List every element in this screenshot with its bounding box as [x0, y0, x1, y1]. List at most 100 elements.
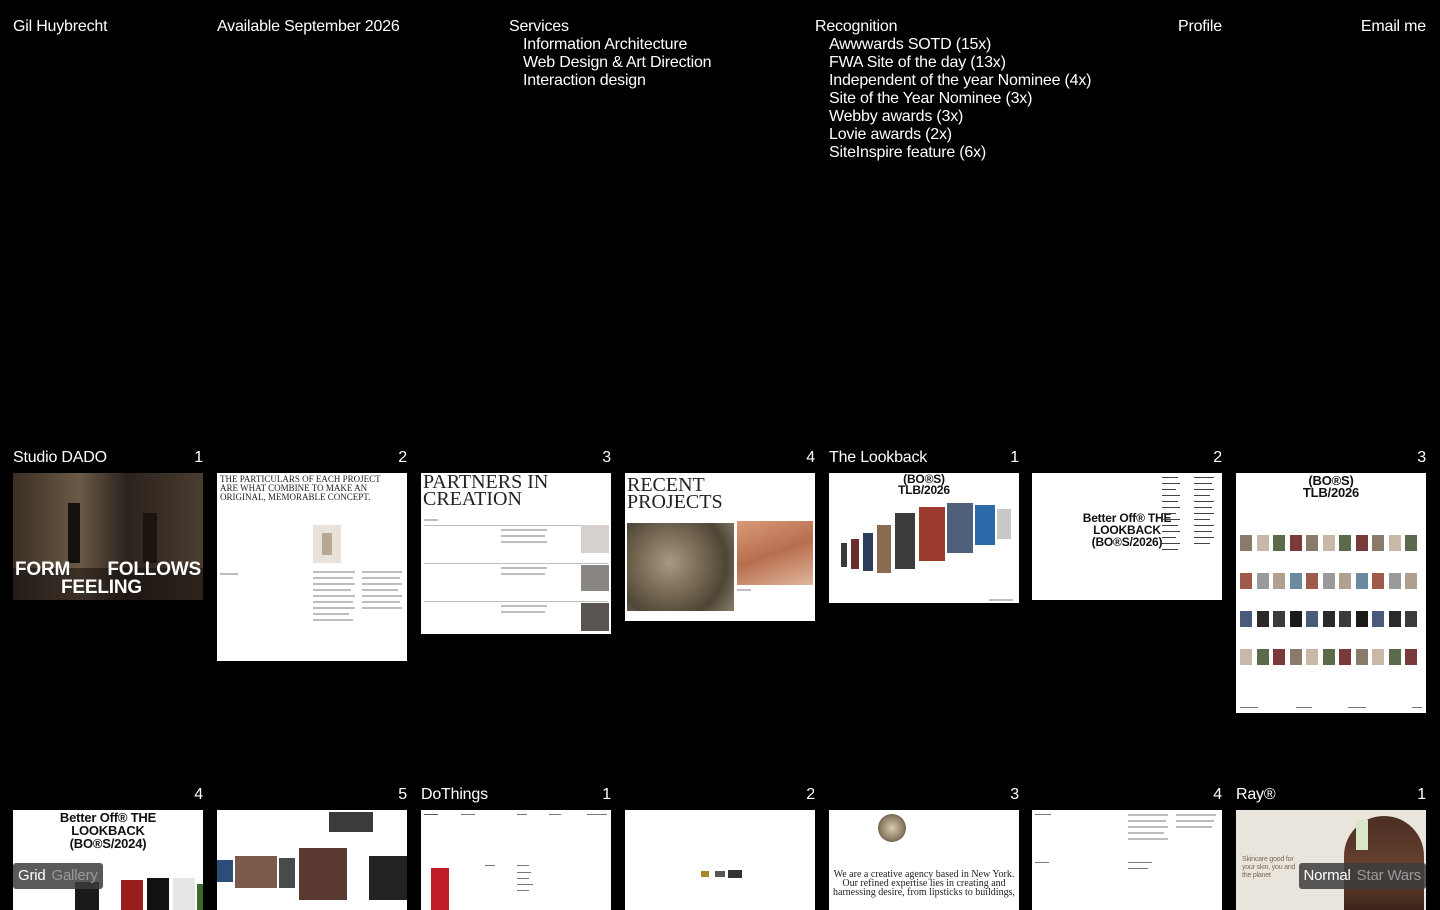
thumb-text: THE PARTICULARS OF EACH PROJECT ARE WHAT…: [220, 474, 381, 502]
thumbnail-tile: [1289, 573, 1302, 589]
project-card[interactable]: 2: [625, 786, 815, 910]
project-card[interactable]: 4 Better Off® THE LOOKBACK (BO®S/2024): [13, 786, 203, 910]
services-title: Services: [509, 18, 569, 35]
thumbnail-tile: [1388, 611, 1401, 627]
thumbnail-tile: [1372, 573, 1384, 589]
thumbnail-tile: [1306, 649, 1318, 665]
project-card[interactable]: 4 RECENT PROJECTS: [625, 449, 815, 621]
email-link[interactable]: Email me: [1361, 18, 1426, 36]
slide-number: 4: [194, 786, 203, 803]
project-thumbnail: [625, 810, 815, 910]
thumbnail-tile: [1405, 649, 1417, 665]
project-card[interactable]: The Lookback 1 (BO®S) TLB/2026: [829, 449, 1019, 603]
project-card[interactable]: Studio DADO 1 FORM FOLLOWS FEELING: [13, 449, 203, 600]
thumbnail-tile: [1388, 573, 1401, 589]
star-wars-mode-button[interactable]: Star Wars: [1357, 867, 1422, 885]
thumbnail-tile: [1339, 573, 1351, 589]
project-card[interactable]: 2 THE PARTICULARS OF EACH PROJECT ARE WH…: [217, 449, 407, 661]
thumb-text: We are a creative agency based in New Yo…: [833, 869, 1015, 898]
slide-number: 1: [1417, 786, 1426, 803]
project-thumbnail: FORM FOLLOWS FEELING: [13, 473, 203, 600]
slide-number: 4: [1213, 786, 1222, 803]
thumbnail-tile: [1306, 611, 1318, 627]
project-thumbnail: (BO®S) TLB/2026: [1236, 473, 1426, 713]
project-name: DoThings: [421, 786, 488, 803]
recognition-item: Webby awards (3x): [829, 108, 964, 125]
thumbnail-tile: [1240, 649, 1252, 665]
recognition-item: SiteInspire feature (6x): [829, 144, 987, 161]
thumb-text: Better Off® THE LOOKBACK (BO®S/2024): [59, 810, 157, 851]
project-card[interactable]: 2 Better Off® THE LOOKBACK (BO®S/2026): [1032, 449, 1222, 600]
thumbnail-tile: [1355, 535, 1368, 551]
slide-number: 1: [602, 786, 611, 803]
slide-number: 4: [806, 449, 815, 466]
thumb-text: (BO®S) TLB/2026: [1302, 473, 1360, 500]
project-card[interactable]: 5: [217, 786, 407, 910]
recognition-item: Lovie awards (2x): [829, 126, 952, 143]
normal-mode-button[interactable]: Normal: [1304, 867, 1351, 885]
slide-number: 1: [1010, 449, 1019, 466]
recognition-item: Site of the Year Nominee (3x): [829, 90, 1033, 107]
thumbnail-tile: [1289, 649, 1302, 665]
thumbnail-tile: [1322, 573, 1335, 589]
project-thumbnail: [217, 810, 407, 910]
recognition-list: Recognition Awwwards SOTD (15x) FWA Site…: [815, 18, 1092, 162]
slide-number: 3: [1417, 449, 1426, 466]
thumb-text: Skincare good for your skin, you and the…: [1242, 856, 1296, 879]
thumbnail-tile: [1273, 611, 1285, 627]
project-card[interactable]: 3 PARTNERS IN CREATION: [421, 449, 611, 634]
project-name: Ray®: [1236, 786, 1276, 803]
thumbnail-tile: [1240, 573, 1252, 589]
slide-number: 2: [806, 786, 815, 803]
thumbnail-tile: [1355, 611, 1368, 627]
thumbnail-tile: [1355, 649, 1368, 665]
slide-number: 1: [194, 449, 203, 466]
brand-name[interactable]: Gil Huybrecht: [13, 18, 108, 36]
thumbnail-tile: [1372, 535, 1384, 551]
thumb-text: PARTNERS IN CREATION: [423, 473, 549, 510]
slide-number: 3: [602, 449, 611, 466]
gallery-view-button[interactable]: Gallery: [52, 867, 98, 885]
grid-view-button[interactable]: Grid: [18, 867, 46, 885]
thumbnail-tile: [1405, 611, 1417, 627]
service-item: Interaction design: [523, 72, 646, 89]
recognition-item: FWA Site of the day (13x): [829, 54, 1006, 71]
thumbnail-tile: [1388, 535, 1401, 551]
project-thumbnail: Better Off® THE LOOKBACK (BO®S/2024): [13, 810, 203, 910]
profile-link[interactable]: Profile: [1178, 18, 1222, 36]
slide-number: 2: [1213, 449, 1222, 466]
project-thumbnail: THE PARTICULARS OF EACH PROJECT ARE WHAT…: [217, 473, 407, 661]
project-card[interactable]: DoThings 1: [421, 786, 611, 910]
thumbnail-tile: [1306, 535, 1318, 551]
thumbnail-tile: [1372, 611, 1384, 627]
thumbnail-tile: [1273, 535, 1285, 551]
service-item: Information Architecture: [523, 36, 688, 53]
thumbnail-tile: [1306, 573, 1318, 589]
thumbnail-tile: [1273, 649, 1285, 665]
project-thumbnail: We are a creative agency based in New Yo…: [829, 810, 1019, 910]
thumbnail-tile: [1339, 535, 1351, 551]
project-card[interactable]: 3 (BO®S) TLB/2026: [1236, 449, 1426, 713]
slide-number: 5: [398, 786, 407, 803]
thumbnail-tile: [1240, 535, 1252, 551]
thumbnail-tile: [1322, 535, 1335, 551]
services-list: Services Information Architecture Web De…: [509, 18, 712, 90]
thumbnail-tile: [1355, 573, 1368, 589]
service-item: Web Design & Art Direction: [523, 54, 712, 71]
project-thumbnail: RECENT PROJECTS: [625, 473, 815, 621]
thumbnail-tile: [1372, 649, 1384, 665]
project-card[interactable]: Ray® 1 Skincare good for your skin, you …: [1236, 786, 1426, 910]
thumbnail-tile: [1322, 649, 1335, 665]
recognition-item: Awwwards SOTD (15x): [829, 36, 992, 53]
thumbnail-tile: [1388, 649, 1401, 665]
thumbnail-tile: [1256, 649, 1269, 665]
project-card[interactable]: 4: [1032, 786, 1222, 910]
layout-toggle: Grid Gallery: [13, 863, 103, 889]
thumbnail-tile: [1256, 573, 1269, 589]
thumbnail-tile: [1339, 649, 1351, 665]
project-card[interactable]: 3 We are a creative agency based in New …: [829, 786, 1019, 910]
thumbnail-tile: [1405, 573, 1417, 589]
mode-toggle: Normal Star Wars: [1298, 863, 1426, 889]
thumbnail-tile: [1273, 573, 1285, 589]
thumbnail-tile: [1240, 611, 1252, 627]
